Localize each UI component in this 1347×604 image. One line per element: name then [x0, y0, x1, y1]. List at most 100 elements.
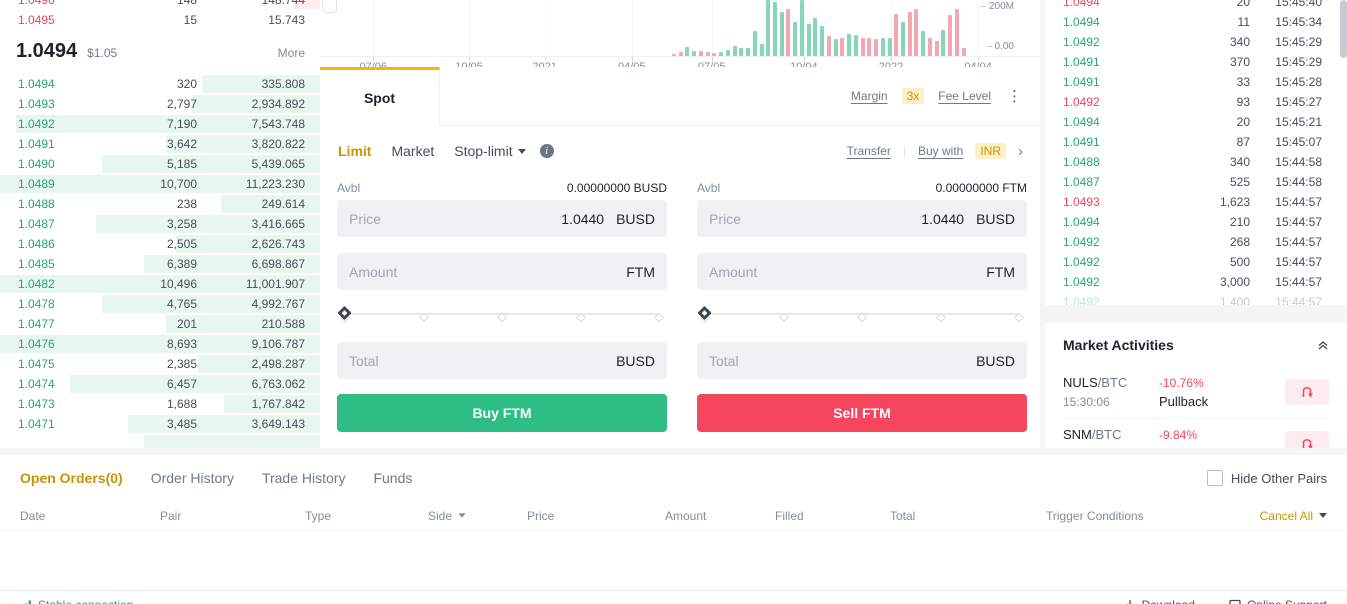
trade-amount: 11 [1237, 15, 1250, 29]
x-tick-label: 10/04 [790, 61, 818, 67]
bid-row[interactable]: 1.0473 1,688 1,767.842 [0, 394, 320, 414]
slider-stop[interactable] [778, 312, 789, 323]
bid-row[interactable]: 1.0493 2,797 2,934.892 [0, 94, 320, 114]
sell-amount-field[interactable]: Amount FTM [697, 253, 1027, 290]
info-icon[interactable]: i [539, 144, 554, 158]
margin-link[interactable]: Margin [851, 89, 888, 103]
amount-cell: 1,688 [166, 397, 197, 411]
bid-row[interactable]: 1.0476 8,693 9,106.787 [0, 334, 320, 354]
bid-row[interactable]: 1.0489 10,700 11,223.230 [0, 174, 320, 194]
sell-amount-slider[interactable] [697, 302, 1027, 326]
slider-stop[interactable] [935, 312, 946, 323]
bid-row[interactable]: 1.0488 238 249.614 [0, 194, 320, 214]
bid-row[interactable]: 1.0490 5,185 5,439.065 [0, 154, 320, 174]
order-type-limit[interactable]: Limit [338, 143, 371, 159]
tab-spot-label: Spot [363, 90, 396, 106]
chart-toolbar-button[interactable] [322, 0, 337, 13]
trade-row[interactable]: 1.0492 500 15:44:57 [1045, 252, 1347, 272]
slider-stop[interactable] [575, 312, 586, 323]
slider-stop[interactable] [857, 312, 867, 323]
page-scrollbar[interactable] [1340, 0, 1347, 58]
sell-price-field[interactable]: Price 1.0440 BUSD [697, 200, 1027, 237]
trade-row[interactable]: 1.0492 1,400 15:44:57 [1045, 292, 1347, 305]
more-options-icon[interactable]: ⋮ [1005, 89, 1024, 104]
pullback-action-button[interactable] [1285, 431, 1329, 448]
amount-label: Amount [709, 263, 758, 280]
trade-row[interactable]: 1.0493 1,623 15:44:57 [1045, 192, 1347, 212]
download-link[interactable]: Download [1124, 598, 1195, 604]
hide-other-pairs[interactable]: Hide Other Pairs [1206, 470, 1327, 486]
transfer-link[interactable]: Transfer [847, 144, 891, 158]
trade-row[interactable]: 1.0492 3,000 15:44:57 [1045, 272, 1347, 292]
bid-row[interactable]: 1.0477 201 210.588 [0, 314, 320, 334]
trade-row[interactable]: 1.0494 20 15:45:21 [1045, 112, 1347, 132]
sell-button[interactable]: Sell FTM [697, 394, 1027, 432]
bid-row[interactable]: 1.0491 3,642 3,820.822 [0, 134, 320, 154]
market-activity-row[interactable]: SNM/BTC 15:30:06 -9.84% Pullback [1063, 419, 1329, 448]
buy-total-field[interactable]: Total BUSD [337, 342, 667, 379]
slider-track[interactable] [337, 305, 664, 323]
total-label: Total [709, 352, 739, 369]
bid-row[interactable]: 1.0487 3,258 3,416.665 [0, 214, 320, 234]
trade-row[interactable]: 1.0494 20 15:45:40 [1045, 0, 1347, 12]
orders-tab-open-orders-0-[interactable]: Open Orders(0) [20, 470, 123, 486]
chevron-right-icon[interactable]: › [1018, 143, 1023, 160]
cancel-all-button[interactable]: Cancel All [1260, 509, 1327, 523]
column-header-side[interactable]: Side [428, 509, 527, 523]
bid-row[interactable]: 1.0494 320 335.808 [0, 74, 320, 94]
slider-stop[interactable] [418, 312, 429, 323]
slider-stop[interactable] [654, 312, 664, 323]
buy-button[interactable]: Buy FTM [337, 394, 667, 432]
buy-form: Avbl 0.00000000 BUSD Price 1.0440 BUSD A… [337, 176, 667, 432]
bid-row[interactable]: 1.0475 2,385 2,498.287 [0, 354, 320, 374]
slider-stop[interactable] [1014, 312, 1024, 323]
slider-track[interactable] [697, 305, 1024, 323]
trade-row[interactable]: 1.0491 370 15:45:29 [1045, 52, 1347, 72]
trade-row[interactable]: 1.0492 268 15:44:57 [1045, 232, 1347, 252]
ask-row[interactable]: 1.0495 15 15.743 [0, 10, 320, 30]
volume-bar [961, 48, 966, 56]
slider-stop[interactable] [497, 312, 507, 323]
hide-other-pairs-checkbox[interactable] [1206, 470, 1223, 486]
trade-row[interactable]: 1.0492 340 15:45:29 [1045, 32, 1347, 52]
trade-row[interactable]: 1.0494 210 15:44:57 [1045, 212, 1347, 232]
trade-row[interactable]: 1.0487 525 15:44:58 [1045, 172, 1347, 192]
avbl-label: Avbl [337, 181, 361, 195]
buy-with-link[interactable]: Buy with [918, 144, 963, 158]
sell-total-field[interactable]: Total BUSD [697, 342, 1027, 379]
bid-row[interactable]: 1.0492 7,190 7,543.748 [0, 114, 320, 134]
orders-tab-order-history[interactable]: Order History [151, 470, 234, 486]
tab-spot[interactable]: Spot [320, 67, 440, 126]
trade-price: 1.0491 [1063, 55, 1100, 69]
bid-row[interactable]: 1.0471 3,485 3,649.143 [0, 414, 320, 434]
online-support-link[interactable]: Online Support [1229, 598, 1327, 604]
order-type-market[interactable]: Market [391, 143, 434, 159]
buy-amount-field[interactable]: Amount FTM [337, 253, 667, 290]
margin-leverage-badge[interactable]: 3x [901, 88, 925, 104]
market-activity-row[interactable]: NULS/BTC 15:30:06 -10.76% Pullback [1063, 367, 1329, 419]
buy-amount-slider[interactable] [337, 302, 667, 326]
bid-row[interactable]: 1.0482 10,496 11,001.907 [0, 274, 320, 294]
bid-row[interactable] [0, 434, 320, 448]
currency-badge[interactable]: INR [975, 143, 1006, 159]
trade-row[interactable]: 1.0494 11 15:45:34 [1045, 12, 1347, 32]
collapse-icon[interactable] [1317, 339, 1329, 351]
trade-row[interactable]: 1.0491 33 15:45:28 [1045, 72, 1347, 92]
trade-row[interactable]: 1.0491 87 15:45:07 [1045, 132, 1347, 152]
order-type-stop-limit[interactable]: Stop-limit [454, 143, 526, 159]
bid-row[interactable]: 1.0485 6,389 6,698.867 [0, 254, 320, 274]
amount-cell: 2,385 [166, 357, 197, 371]
orders-tab-funds[interactable]: Funds [373, 470, 412, 486]
bid-row[interactable]: 1.0486 2,505 2,626.743 [0, 234, 320, 254]
buy-price-field[interactable]: Price 1.0440 BUSD [337, 200, 667, 237]
bid-row[interactable]: 1.0474 6,457 6,763.062 [0, 374, 320, 394]
more-link[interactable]: More [278, 46, 305, 60]
trade-row[interactable]: 1.0492 93 15:45:27 [1045, 92, 1347, 112]
pullback-action-button[interactable] [1285, 379, 1329, 405]
trade-row[interactable]: 1.0488 340 15:44:58 [1045, 152, 1347, 172]
activity-time: 15:30:06 [1063, 447, 1159, 448]
fee-level-link[interactable]: Fee Level [938, 89, 991, 103]
orders-tab-trade-history[interactable]: Trade History [262, 470, 346, 486]
ask-row[interactable]: 1.0496 148 148.744 [0, 0, 320, 10]
bid-row[interactable]: 1.0478 4,765 4,992.767 [0, 294, 320, 314]
